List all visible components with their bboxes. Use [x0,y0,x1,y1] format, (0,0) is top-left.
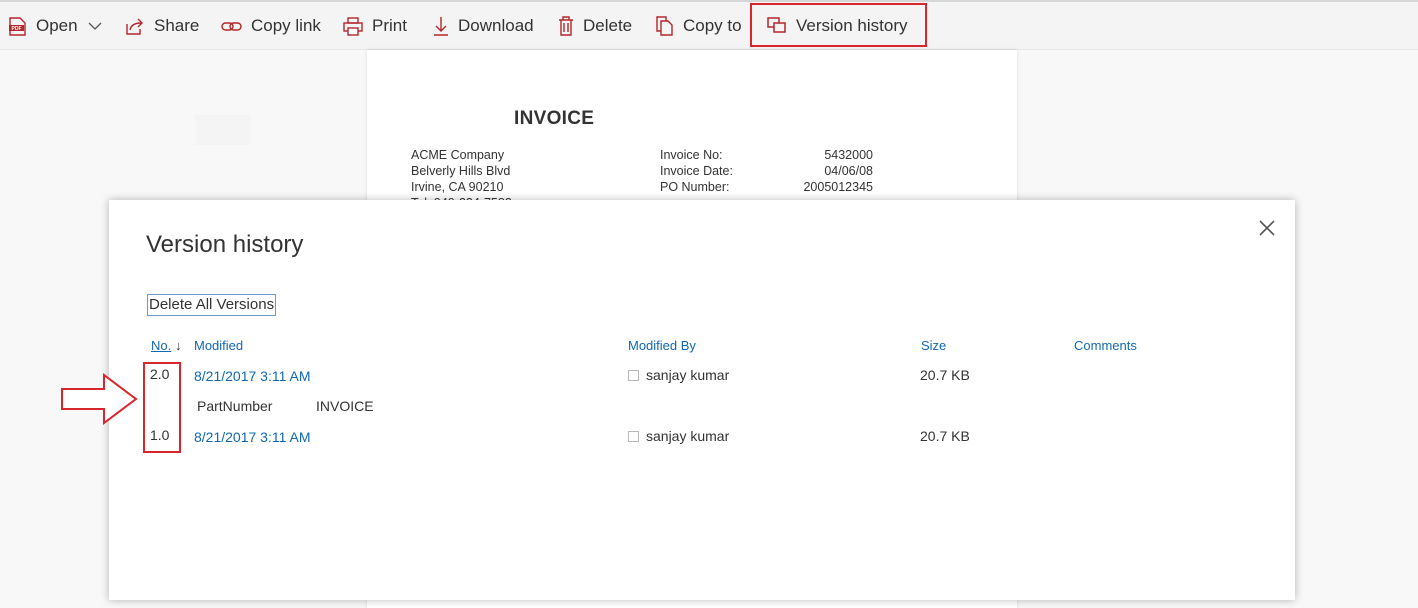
column-header-no[interactable]: No. [151,338,171,353]
version-modified-by[interactable]: sanjay kumar [646,428,729,444]
delete-button[interactable]: Delete [558,4,632,48]
share-button[interactable]: Share [125,4,199,48]
changed-field-value: INVOICE [316,398,374,414]
copy-link-button[interactable]: Copy link [221,4,321,48]
annotation-arrow-icon [61,373,138,425]
invoice-no-label: Invoice No: [660,148,723,162]
close-icon[interactable] [1256,217,1278,239]
company-name: ACME Company [411,148,505,162]
pdf-icon-text: PDF [12,26,22,32]
version-history-dialog: Version history Delete All Versions No. … [109,200,1295,600]
copy-icon [656,16,673,36]
pdf-icon: PDF [9,16,26,36]
background-artifact [195,115,251,145]
user-presence-checkbox [628,370,639,381]
delete-all-versions-button[interactable]: Delete All Versions [147,294,277,316]
share-icon [126,18,143,35]
version-modified-link[interactable]: 8/21/2017 3:11 AM [194,368,311,384]
invoice-date-label: Invoice Date: [660,164,733,178]
download-label: Download [458,16,534,35]
version-size: 20.7 KB [920,428,970,444]
dialog-title: Version history [146,231,304,258]
user-presence-checkbox [628,431,639,442]
command-bar: PDF Open Share Copy link Print Download … [0,0,1418,50]
copy-to-button[interactable]: Copy to [656,4,742,48]
column-header-size[interactable]: Size [921,338,946,353]
version-modified-by[interactable]: sanjay kumar [646,367,729,383]
invoice-no-value: 5432000 [824,148,873,162]
link-icon [221,21,242,31]
trash-icon [559,16,573,36]
document-title: INVOICE [514,108,595,129]
column-header-modified[interactable]: Modified [194,338,243,353]
invoice-date-value: 04/06/08 [824,164,873,178]
download-icon [434,17,448,36]
copy-link-label: Copy link [251,16,321,35]
open-button[interactable]: PDF Open [8,4,102,48]
column-header-comments[interactable]: Comments [1074,338,1137,353]
version-size: 20.7 KB [920,367,970,383]
version-modified-link[interactable]: 8/21/2017 3:11 AM [194,429,311,445]
copy-to-label: Copy to [683,16,742,35]
changed-field-name: PartNumber [197,398,273,414]
column-header-modified-by[interactable]: Modified By [628,338,696,353]
sort-descending-icon: ↓ [175,338,182,353]
company-city: Irvine, CA 90210 [411,180,504,194]
open-label: Open [36,16,78,35]
version-number-highlight [143,362,181,453]
delete-label: Delete [583,16,633,35]
download-button[interactable]: Download [433,4,534,48]
share-label: Share [154,16,200,35]
print-label: Print [372,16,407,35]
version-history-highlight [750,3,927,47]
po-number-label: PO Number: [660,180,730,194]
print-button[interactable]: Print [343,4,407,48]
print-icon [343,16,363,36]
company-street: Belverly Hills Blvd [411,164,511,178]
chevron-down-icon[interactable] [88,22,102,31]
po-number-value: 2005012345 [803,180,873,194]
